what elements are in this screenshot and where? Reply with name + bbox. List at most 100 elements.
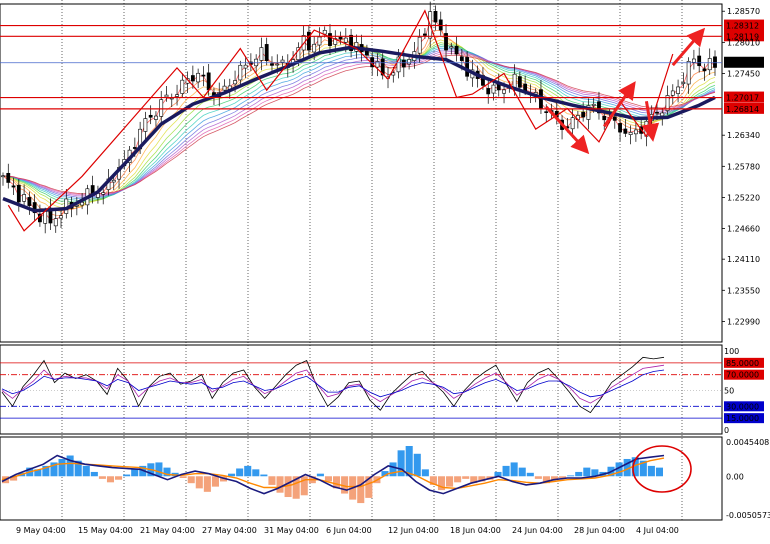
candle-body [322,30,327,35]
macd-histogram-bar [268,476,276,485]
candle-body [423,33,427,36]
y-tick-label: 1.24660 [727,225,760,234]
x-tick-label: 15 May 04:00 [78,526,133,535]
candle-body [544,111,549,113]
y-tick-label: 1.25220 [727,193,760,202]
macd-histogram-bar [228,473,236,477]
candle-body [1,175,5,178]
candle-body [697,55,702,67]
macd-histogram-bar [510,462,518,477]
candle-body [328,33,332,46]
candle-body [459,56,464,61]
candle-body [681,81,686,84]
candle-body [238,64,243,81]
macd-histogram-bar [389,462,397,477]
candle-body [132,147,137,149]
oscillator-tick-label: 0 [724,426,729,435]
candle-body [22,194,26,202]
candle-body [628,132,633,135]
candle-body [264,44,269,62]
macd-histogram-bar [123,474,131,477]
macd-histogram-bar [155,462,163,477]
macd-tick-label: 0.00 [726,472,744,481]
candle-body [602,115,607,121]
candle-body [465,57,470,77]
oscillator-series-line [1,364,665,404]
candle-body [407,59,412,65]
macd-histogram-bar [131,469,139,477]
macd-histogram-bar [115,476,123,480]
oscillator-level-label: 30.0000 [726,402,759,411]
candle-body [570,117,575,130]
macd-histogram-bar [421,469,429,477]
macd-histogram-bar [260,474,268,477]
macd-histogram-bar [454,476,462,483]
x-tick-label: 21 May 04:00 [140,526,195,535]
oscillator-level-label: 85.0000 [726,359,759,368]
macd-histogram-bar [179,476,187,478]
candle-body [670,90,675,96]
macd-histogram-bar [324,476,332,482]
candle-body [222,85,227,91]
macd-histogram-bar [82,465,90,477]
macd-histogram-bar [413,453,421,477]
price-level-label: 1.26814 [726,105,759,114]
y-tick-label: 1.28570 [727,7,760,16]
macd-histogram-bar [446,476,454,487]
trading-chart: 1.283121.281191.276431.270171.26814 85.0… [0,0,770,535]
candle-body [154,115,158,120]
x-tick-label: 6 Jun 04:00 [326,526,372,535]
candle-body [676,86,680,94]
oscillator-level-label: 70.0000 [726,371,759,380]
x-tick-label: 18 Jun 04:00 [450,526,501,535]
candle-body [275,63,280,66]
candle-body [270,63,274,66]
oscillator-layer: 85.0000 70.0000 30.0000 15.0000 [0,356,764,424]
macd-layer [1,445,692,504]
candle-body [702,68,707,72]
macd-histogram-bar [655,467,663,477]
candle-body [180,79,185,94]
x-tick-label: 27 May 04:00 [202,526,257,535]
macd-tick-label: 0.0045408 [726,438,769,447]
candle-body [692,58,696,63]
macd-histogram-bar [90,471,98,477]
candle-body [502,89,506,94]
candle-body [660,112,665,117]
candle-body [401,59,406,68]
macd-histogram-bar [518,467,526,477]
x-tick-label: 4 Jul 04:00 [636,526,679,535]
candle-body [53,218,58,227]
candle-body [159,99,164,117]
candle-body [449,46,454,49]
macd-histogram-bar [647,465,655,477]
macd-histogram-bar [276,476,284,493]
macd-histogram-bar [58,458,66,477]
candle-body [391,72,396,76]
candle-body [317,36,322,46]
candle-body [375,61,380,68]
candle-body [101,192,106,195]
candle-body [196,72,201,83]
macd-histogram-bar [462,476,470,479]
macd-histogram-bar [252,469,260,477]
candle-body [206,72,211,91]
candle-body [59,215,63,219]
oscillator-level-label: 15.0000 [726,414,759,423]
candle-body [6,172,11,183]
candle-body [175,94,179,97]
macd-histogram-bar [236,468,244,477]
macd-histogram-bar [405,446,413,477]
macd-histogram-bar [534,476,542,479]
macd-histogram-bar [583,467,591,477]
candle-body [438,19,443,31]
candle-body [201,74,206,77]
candle-body [169,97,174,100]
candle-body [655,111,659,114]
candle-body [417,36,422,54]
macd-histogram-bar [244,465,252,477]
macd-histogram-bar [203,476,211,492]
price-level-label: 1.28312 [726,22,759,31]
chart-window: 1.28312 1.28119 1.27643 1.27017 1.26814 85.0… [0,0,770,540]
candle-body [148,114,153,118]
